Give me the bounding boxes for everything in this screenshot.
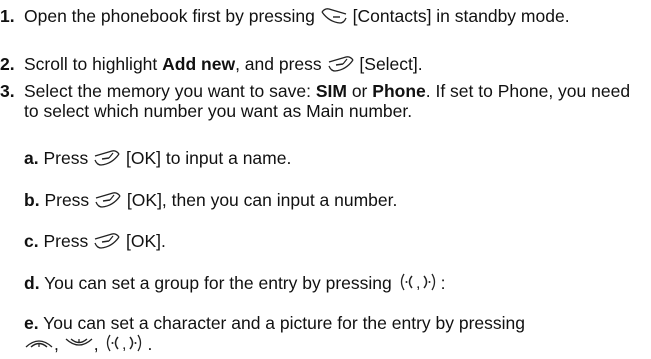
left-soft-key-icon [327,55,355,73]
step-number: 2. [0,54,15,74]
left-soft-key-icon [94,191,122,209]
instructions-page: 1. Open the phonebook first by pressing … [0,0,651,359]
step-3: 3. Select the memory you want to save: S… [0,81,645,121]
nav-left-right-icon: , [397,272,441,292]
nav-left-right-icon: , [103,333,147,353]
right-soft-key-icon [320,7,348,25]
step-number: 3. [0,81,15,101]
substep-b: b. Press [OK], then you can input a numb… [24,190,398,210]
step-number: 1. [0,6,15,26]
left-soft-key-icon [93,149,121,167]
step-text: Select the memory you want to save: SIM … [24,81,631,121]
nav-up-icon [24,335,54,353]
substep-a: a. Press [OK] to input a name. [24,148,292,168]
left-soft-key-icon [93,232,121,250]
step-1: 1. Open the phonebook first by pressing … [0,6,645,26]
substep-c: c. Press [OK]. [24,231,166,251]
svg-text:,: , [416,275,420,292]
substep-e: e. You can set a character and a picture… [24,313,526,354]
step-2: 2. Scroll to highlight Add new, and pres… [0,54,645,74]
nav-down-icon [64,335,94,353]
svg-text:,: , [122,336,126,353]
step-text: Scroll to highlight Add new, and press [… [24,54,423,74]
substep-d: d. You can set a group for the entry by … [24,272,446,293]
step-text: Open the phonebook first by pressing [Co… [24,6,570,26]
